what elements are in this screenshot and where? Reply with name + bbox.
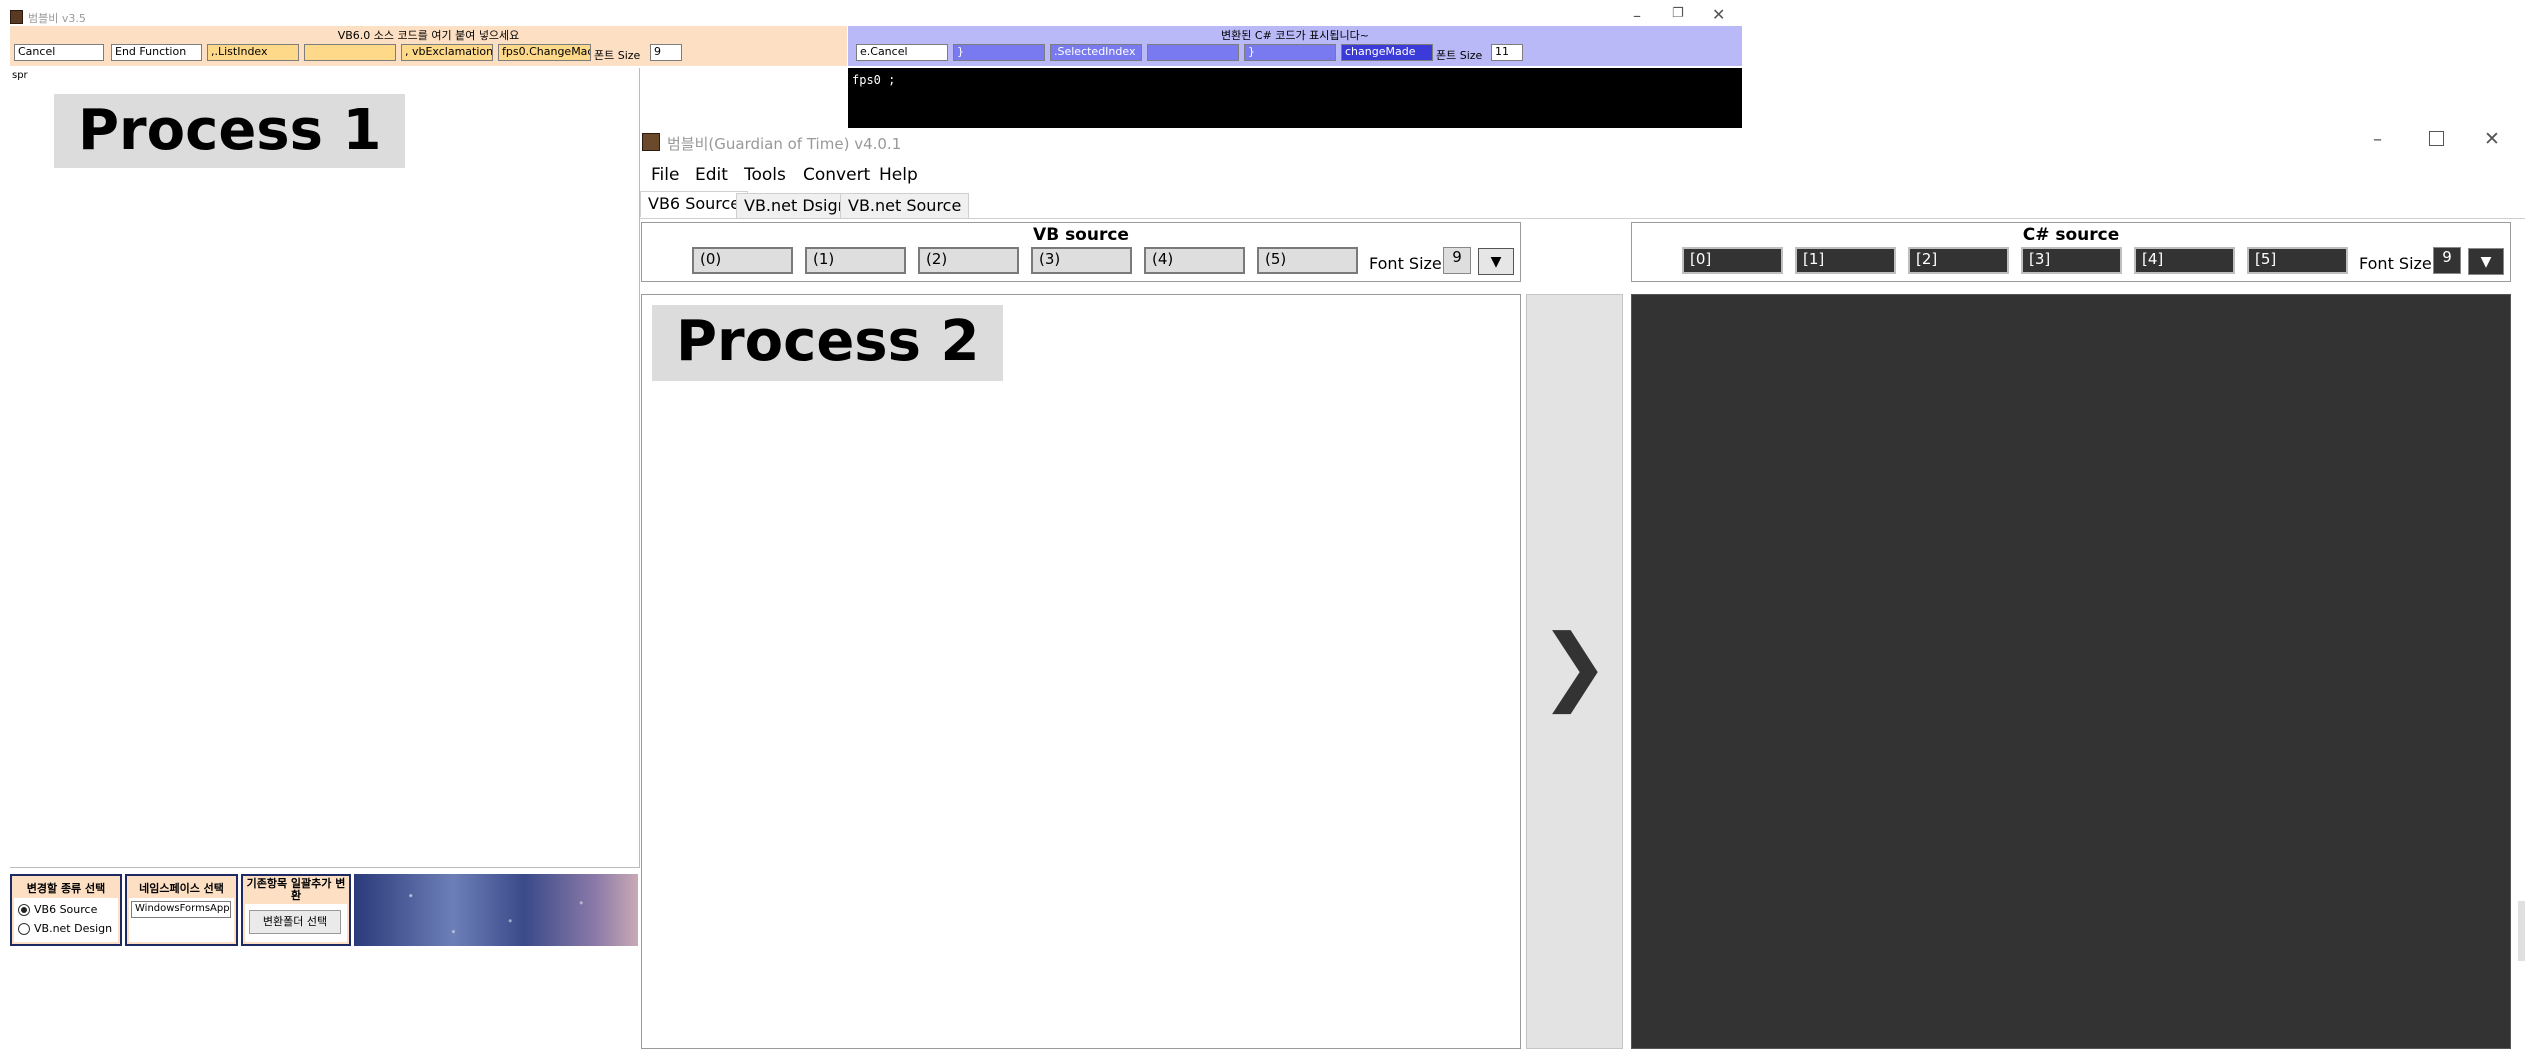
cs-slot-5-button[interactable]: [5] bbox=[2247, 247, 2348, 274]
vb-editor-text: spr bbox=[12, 70, 28, 81]
radio-selected-icon bbox=[18, 904, 30, 916]
window-title: 범블비(Guardian of Time) v4.0.1 bbox=[667, 135, 902, 153]
cs-segment-3[interactable] bbox=[1147, 44, 1239, 61]
cs-font-size-value[interactable]: 9 bbox=[2433, 247, 2461, 274]
cs-font-size-label: 폰트 Size bbox=[1436, 49, 1483, 62]
cs-slot-3-button[interactable]: [3] bbox=[2021, 247, 2122, 274]
vb-source-toolbar: VB6.0 소스 코드를 여기 붙여 넣으세요 Cancel End Funct… bbox=[10, 26, 847, 66]
conversion-type-title: 변경할 종류 선택 bbox=[26, 882, 106, 895]
cs-segment-0[interactable]: e.Cancel bbox=[856, 44, 948, 61]
radio-vb6-label: VB6 Source bbox=[34, 903, 98, 916]
menu-help[interactable]: Help bbox=[879, 165, 918, 185]
vb-source-editor[interactable] bbox=[641, 294, 1521, 1049]
select-folder-button[interactable]: 변환폴더 선택 bbox=[249, 910, 341, 934]
vb-segment-1[interactable]: End Function bbox=[111, 44, 202, 61]
starfield-decoration bbox=[354, 874, 638, 946]
process-1-label: Process 1 bbox=[54, 94, 406, 168]
radio-vbnet-label: VB.net Design bbox=[34, 922, 113, 935]
cs-slot-4-button[interactable]: [4] bbox=[2134, 247, 2235, 274]
cs-toolbar: C# source [0] [1] [2] [3] [4] [5] Font S… bbox=[1631, 222, 2511, 282]
radio-vbnet-design[interactable]: VB.net Design bbox=[18, 922, 112, 935]
minimize-icon[interactable]: – bbox=[1633, 6, 1641, 25]
cs-segment-5[interactable]: changeMade bbox=[1341, 44, 1433, 61]
main-window: 범블비(Guardian of Time) v4.0.1 – ✕ File Ed… bbox=[640, 128, 2525, 1049]
tab-vbnet-design[interactable]: VB.net Dsign bbox=[736, 193, 856, 219]
namespace-box: WindowsFormsApp1 bbox=[129, 898, 234, 942]
vb-header-label: VB6.0 소스 코드를 여기 붙여 넣으세요 bbox=[337, 29, 520, 42]
cs-source-label: C# source bbox=[2022, 225, 2120, 245]
cs-font-dropdown-icon[interactable]: ▼ bbox=[2468, 248, 2504, 275]
vb-font-dropdown-icon[interactable]: ▼ bbox=[1478, 248, 1514, 275]
tab-vb6-source[interactable]: VB6 Source bbox=[640, 191, 749, 217]
vb-segment-3[interactable] bbox=[304, 44, 396, 61]
vb-slot-3-button[interactable]: (3) bbox=[1031, 247, 1132, 274]
vb-font-size-value[interactable]: 9 bbox=[1443, 247, 1471, 274]
menu-edit[interactable]: Edit bbox=[695, 165, 728, 185]
tab-divider bbox=[640, 218, 2525, 219]
cs-output-editor[interactable] bbox=[1631, 294, 2511, 1049]
radio-vb6-source[interactable]: VB6 Source bbox=[18, 903, 97, 916]
close-icon[interactable]: ✕ bbox=[1712, 5, 1725, 24]
batch-convert-title: 기존항목 일괄추가 변환 bbox=[246, 877, 346, 902]
namespace-input[interactable]: WindowsFormsApp1 bbox=[131, 901, 231, 918]
vb-segment-5[interactable]: fps0.ChangeMac bbox=[498, 44, 591, 61]
vb-source-label: VB source bbox=[1033, 225, 1129, 245]
cs-slot-1-button[interactable]: [1] bbox=[1795, 247, 1896, 274]
cs-font-size-label: Font Size bbox=[2359, 254, 2432, 273]
app-icon bbox=[10, 10, 23, 24]
app-icon bbox=[642, 133, 660, 151]
vb-slot-1-button[interactable]: (1) bbox=[805, 247, 906, 274]
cs-segment-4[interactable]: } bbox=[1244, 44, 1336, 61]
close-icon[interactable]: ✕ bbox=[2484, 128, 2500, 150]
vb-segment-0[interactable]: Cancel bbox=[14, 44, 104, 61]
menu-file[interactable]: File bbox=[651, 165, 679, 185]
radio-group: VB6 Source VB.net Design bbox=[14, 898, 118, 942]
menu-convert[interactable]: Convert bbox=[803, 165, 870, 185]
banner-image bbox=[354, 874, 638, 946]
vb-font-size-label: 폰트 Size bbox=[594, 49, 641, 62]
process-2-label: Process 2 bbox=[652, 305, 1004, 381]
cs-segment-1[interactable]: } bbox=[953, 44, 1045, 61]
namespace-title: 네임스페이스 선택 bbox=[139, 882, 224, 895]
menu-tools[interactable]: Tools bbox=[744, 165, 786, 185]
vb-font-size-label: Font Size bbox=[1369, 254, 1442, 273]
tab-vbnet-source[interactable]: VB.net Source bbox=[840, 193, 970, 219]
vb-slot-4-button[interactable]: (4) bbox=[1144, 247, 1245, 274]
scrollbar-thumb[interactable] bbox=[2518, 901, 2525, 961]
cs-segment-2[interactable]: .SelectedIndex bbox=[1050, 44, 1142, 61]
vb-slot-5-button[interactable]: (5) bbox=[1257, 247, 1358, 274]
batch-convert-box: 변환폴더 선택 bbox=[245, 904, 347, 942]
batch-convert-panel: 기존항목 일괄추가 변환 변환폴더 선택 bbox=[241, 874, 351, 946]
vb-toolbar: VB source (0) (1) (2) (3) (4) (5) Font S… bbox=[641, 222, 1521, 282]
cs-editor[interactable]: fps0 ; bbox=[848, 68, 1742, 128]
namespace-panel: 네임스페이스 선택 WindowsFormsApp1 bbox=[125, 874, 238, 946]
vb-slot-2-button[interactable]: (2) bbox=[918, 247, 1019, 274]
cs-source-toolbar: 변환된 C# 코드가 표시됩니다~ e.Cancel } .SelectedIn… bbox=[848, 26, 1742, 66]
maximize-icon[interactable] bbox=[2429, 131, 2444, 146]
conversion-type-panel: 변경할 종류 선택 VB6 Source VB.net Design bbox=[10, 874, 122, 946]
vb-editor[interactable]: spr bbox=[10, 68, 640, 868]
minimize-icon[interactable]: – bbox=[2373, 129, 2382, 150]
cs-slot-2-button[interactable]: [2] bbox=[1908, 247, 2009, 274]
convert-button[interactable]: ❯ bbox=[1526, 294, 1623, 1049]
vb-segment-2[interactable]: ,.ListIndex bbox=[207, 44, 299, 61]
vb-segment-4[interactable]: , vbExclamation bbox=[401, 44, 493, 61]
cs-editor-text: fps0 ; bbox=[852, 73, 896, 87]
window-title: 범블비 v3.5 bbox=[28, 12, 86, 25]
cs-header-label: 변환된 C# 코드가 표시됩니다~ bbox=[1221, 29, 1369, 42]
chevron-right-icon: ❯ bbox=[1539, 616, 1610, 714]
vb-font-size-input[interactable]: 9 bbox=[650, 44, 682, 61]
cs-slot-0-button[interactable]: [0] bbox=[1682, 247, 1783, 274]
restore-icon[interactable]: ❐ bbox=[1672, 6, 1684, 21]
vb-slot-0-button[interactable]: (0) bbox=[692, 247, 793, 274]
cs-font-size-input[interactable]: 11 bbox=[1491, 44, 1523, 61]
radio-empty-icon bbox=[18, 923, 30, 935]
